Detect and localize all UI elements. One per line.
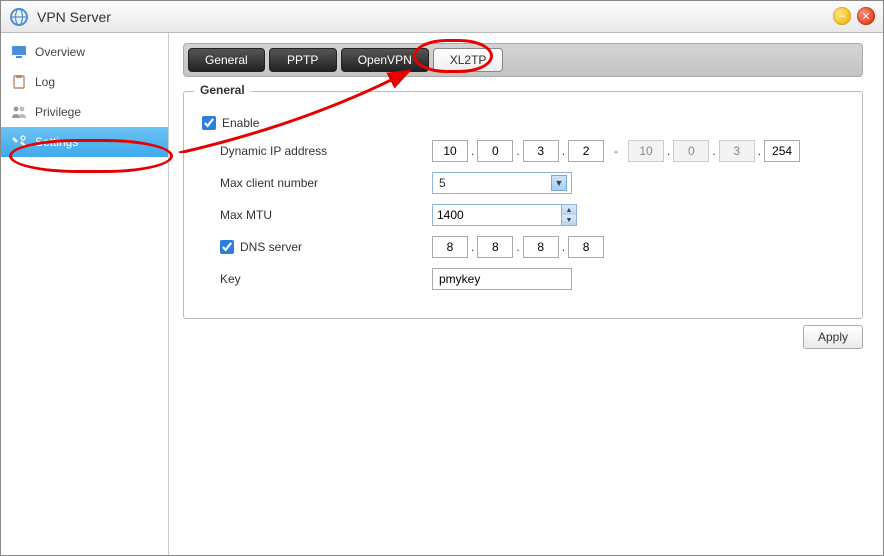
dyn-ip-end-2 — [673, 140, 709, 162]
key-input[interactable] — [432, 268, 572, 290]
dyn-ip-label: Dynamic IP address — [202, 144, 432, 158]
sidebar-item-log[interactable]: Log — [1, 67, 168, 97]
max-mtu-input[interactable] — [432, 204, 562, 226]
minimize-button[interactable]: – — [833, 7, 851, 25]
sidebar-item-label: Settings — [35, 135, 78, 149]
key-label: Key — [202, 272, 432, 286]
dns-3[interactable] — [523, 236, 559, 258]
tab-pptp[interactable]: PPTP — [269, 48, 337, 72]
dns-checkbox[interactable] — [220, 240, 234, 254]
monitor-icon — [11, 44, 27, 60]
sidebar-item-overview[interactable]: Overview — [1, 37, 168, 67]
sidebar-item-label: Overview — [35, 45, 85, 59]
dyn-ip-start-group: . . . — [432, 140, 604, 162]
tab-openvpn[interactable]: OpenVPN — [341, 48, 429, 72]
settings-panel: General Enable Dynamic IP address . . . — [183, 91, 863, 319]
clipboard-icon — [11, 74, 27, 90]
enable-checkbox[interactable] — [202, 116, 216, 130]
max-client-select[interactable]: 5 ▼ — [432, 172, 572, 194]
main-panel: General PPTP OpenVPN XL2TP General Enabl… — [169, 33, 883, 555]
max-client-value: 5 — [439, 176, 446, 190]
dns-label: DNS server — [240, 240, 302, 254]
tools-icon — [11, 134, 27, 150]
dyn-ip-start-2[interactable] — [477, 140, 513, 162]
close-button[interactable]: ✕ — [857, 7, 875, 25]
sidebar: Overview Log Privilege Settings — [1, 33, 169, 555]
apply-button[interactable]: Apply — [803, 325, 863, 349]
tab-xl2tp[interactable]: XL2TP — [433, 48, 504, 72]
dns-ip-group: . . . — [432, 236, 604, 258]
sidebar-item-settings[interactable]: Settings — [1, 127, 168, 157]
sidebar-item-label: Log — [35, 75, 55, 89]
tab-general[interactable]: General — [188, 48, 265, 72]
chevron-down-icon: ▼ — [551, 175, 567, 191]
spinner-up-icon[interactable]: ▲ — [562, 205, 576, 215]
dyn-ip-end-group: . . . — [628, 140, 800, 162]
app-icon — [9, 7, 29, 27]
ip-range-dash: - — [604, 144, 628, 158]
max-mtu-label: Max MTU — [202, 208, 432, 222]
dyn-ip-end-3 — [719, 140, 755, 162]
enable-label: Enable — [222, 116, 259, 130]
dyn-ip-end-1 — [628, 140, 664, 162]
max-client-label: Max client number — [202, 176, 432, 190]
users-icon — [11, 104, 27, 120]
spinner-down-icon[interactable]: ▼ — [562, 215, 576, 225]
dns-4[interactable] — [568, 236, 604, 258]
dns-2[interactable] — [477, 236, 513, 258]
window-title: VPN Server — [37, 9, 111, 25]
dyn-ip-start-3[interactable] — [523, 140, 559, 162]
dns-1[interactable] — [432, 236, 468, 258]
dns-checkbox-row[interactable]: DNS server — [202, 240, 432, 254]
panel-legend: General — [194, 83, 251, 97]
dyn-ip-end-4[interactable] — [764, 140, 800, 162]
tabbar: General PPTP OpenVPN XL2TP — [183, 43, 863, 77]
titlebar: VPN Server – ✕ — [1, 1, 883, 33]
sidebar-item-privilege[interactable]: Privilege — [1, 97, 168, 127]
enable-checkbox-row[interactable]: Enable — [202, 116, 432, 130]
dyn-ip-start-4[interactable] — [568, 140, 604, 162]
sidebar-item-label: Privilege — [35, 105, 81, 119]
mtu-spinner[interactable]: ▲ ▼ — [561, 204, 577, 226]
dyn-ip-start-1[interactable] — [432, 140, 468, 162]
